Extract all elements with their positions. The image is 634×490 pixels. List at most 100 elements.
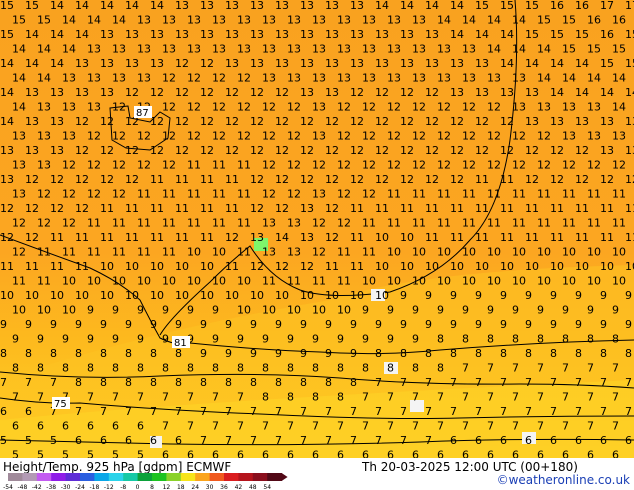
temperature-value: 13 bbox=[187, 14, 201, 27]
temperature-value: 7 bbox=[550, 405, 557, 418]
temperature-value: 13 bbox=[450, 86, 464, 99]
temperature-value: 9 bbox=[600, 318, 607, 331]
temperature-value: 9 bbox=[175, 318, 182, 331]
temperature-value: 11 bbox=[237, 188, 251, 201]
temperature-value: 12 bbox=[325, 115, 339, 128]
temperature-value: 12 bbox=[512, 130, 526, 143]
temperature-value: 10 bbox=[300, 289, 314, 302]
temperature-value: 8 bbox=[62, 362, 69, 375]
temperature-value: 10 bbox=[537, 275, 551, 288]
temperature-value: 12 bbox=[362, 130, 376, 143]
temperature-value: 13 bbox=[237, 14, 251, 27]
temperature-value: 16 bbox=[612, 14, 626, 27]
temperature-value: 14 bbox=[62, 43, 76, 56]
temperature-value: 13 bbox=[100, 57, 114, 70]
temperature-value: 12 bbox=[150, 144, 164, 157]
temperature-value: 11 bbox=[50, 260, 64, 273]
temperature-value: 10 bbox=[62, 304, 76, 317]
temperature-value: 12 bbox=[75, 173, 89, 186]
temperature-value: 13 bbox=[275, 28, 289, 41]
temperature-value: 12 bbox=[425, 173, 439, 186]
legend-tick: 18 bbox=[177, 484, 185, 490]
temperature-value: 12 bbox=[225, 231, 239, 244]
temperature-value: 8 bbox=[587, 333, 594, 346]
temperature-value: 13 bbox=[262, 14, 276, 27]
temperature-value: 11 bbox=[112, 246, 126, 259]
temperature-value: 14 bbox=[12, 72, 26, 85]
temperature-value: 10 bbox=[412, 275, 426, 288]
temperature-value: 10 bbox=[362, 275, 376, 288]
temperature-value: 9 bbox=[487, 304, 494, 317]
temperature-value: 9 bbox=[62, 333, 69, 346]
temperature-value: 8 bbox=[125, 347, 132, 360]
temperature-value: 12 bbox=[312, 217, 326, 230]
temperature-value: 16 bbox=[600, 28, 614, 41]
temperature-value: 12 bbox=[412, 101, 426, 114]
temperature-value: 15 bbox=[37, 14, 51, 27]
temperature-value: 6 bbox=[187, 449, 194, 459]
temperature-value: 13 bbox=[387, 14, 401, 27]
temperature-value: 13 bbox=[12, 130, 26, 143]
temperature-value: 13 bbox=[225, 28, 239, 41]
temperature-value: 11 bbox=[437, 188, 451, 201]
temperature-value: 12 bbox=[175, 57, 189, 70]
temperature-value: 12 bbox=[300, 144, 314, 157]
temperature-value: 8 bbox=[437, 362, 444, 375]
temperature-value: 6 bbox=[112, 420, 119, 433]
temperature-value: 12 bbox=[487, 101, 501, 114]
temperature-value: 11 bbox=[587, 188, 601, 201]
temperature-value: 7 bbox=[537, 391, 544, 404]
temperature-value: 11 bbox=[362, 217, 376, 230]
temperature-value: 10 bbox=[125, 260, 139, 273]
temperature-value: 7 bbox=[275, 434, 282, 447]
credit-link[interactable]: ©weatheronline.co.uk bbox=[497, 473, 630, 487]
temperature-value: 9 bbox=[512, 304, 519, 317]
temperature-value: 13 bbox=[200, 0, 214, 12]
temperature-value: 12 bbox=[412, 159, 426, 172]
temperature-value: 11 bbox=[212, 159, 226, 172]
temperature-value: 12 bbox=[562, 159, 576, 172]
temperature-value: 10 bbox=[412, 246, 426, 259]
temperature-value: 11 bbox=[200, 173, 214, 186]
temperature-value: 9 bbox=[325, 347, 332, 360]
temperature-value: 14 bbox=[450, 28, 464, 41]
temperature-value: 14 bbox=[462, 14, 476, 27]
temperature-value: 13 bbox=[37, 130, 51, 143]
temperature-value: 7 bbox=[587, 420, 594, 433]
temperature-value: 6 bbox=[312, 449, 319, 459]
temperature-value: 12 bbox=[212, 130, 226, 143]
temperature-value: 7 bbox=[212, 391, 219, 404]
temperature-value: 11 bbox=[287, 275, 301, 288]
temperature-value: 12 bbox=[625, 173, 634, 186]
temperature-value: 13 bbox=[87, 43, 101, 56]
temperature-value: 10 bbox=[150, 289, 164, 302]
temperature-value: 14 bbox=[550, 57, 564, 70]
temperature-value: 12 bbox=[225, 86, 239, 99]
temperature-value: 11 bbox=[337, 246, 351, 259]
temperature-value: 13 bbox=[512, 101, 526, 114]
temperature-value: 12 bbox=[87, 188, 101, 201]
temperature-value: 12 bbox=[175, 115, 189, 128]
temperature-value: 12 bbox=[450, 173, 464, 186]
temperature-value: 10 bbox=[450, 260, 464, 273]
temperature-value: 9 bbox=[500, 289, 507, 302]
temperature-value: 7 bbox=[400, 376, 407, 389]
temperature-value: 7 bbox=[387, 420, 394, 433]
legend-tick: 8 bbox=[150, 484, 154, 490]
temperature-value: 15 bbox=[12, 14, 26, 27]
temperature-value: 13 bbox=[387, 72, 401, 85]
temperature-value: 12 bbox=[350, 86, 364, 99]
temperature-value: 11 bbox=[600, 231, 614, 244]
temperature-value: 9 bbox=[575, 289, 582, 302]
temperature-value: 13 bbox=[475, 86, 489, 99]
temperature-value: 6 bbox=[612, 449, 619, 459]
temperature-value: 11 bbox=[387, 188, 401, 201]
temperature-value: 11 bbox=[562, 188, 576, 201]
temperature-value: 12 bbox=[325, 231, 339, 244]
temperature-value: 11 bbox=[625, 231, 634, 244]
temperature-value: 13 bbox=[312, 101, 326, 114]
temperature-value: 7 bbox=[537, 362, 544, 375]
legend-swatch bbox=[36, 473, 52, 481]
temperature-value: 13 bbox=[112, 72, 126, 85]
temperature-value: 9 bbox=[575, 318, 582, 331]
